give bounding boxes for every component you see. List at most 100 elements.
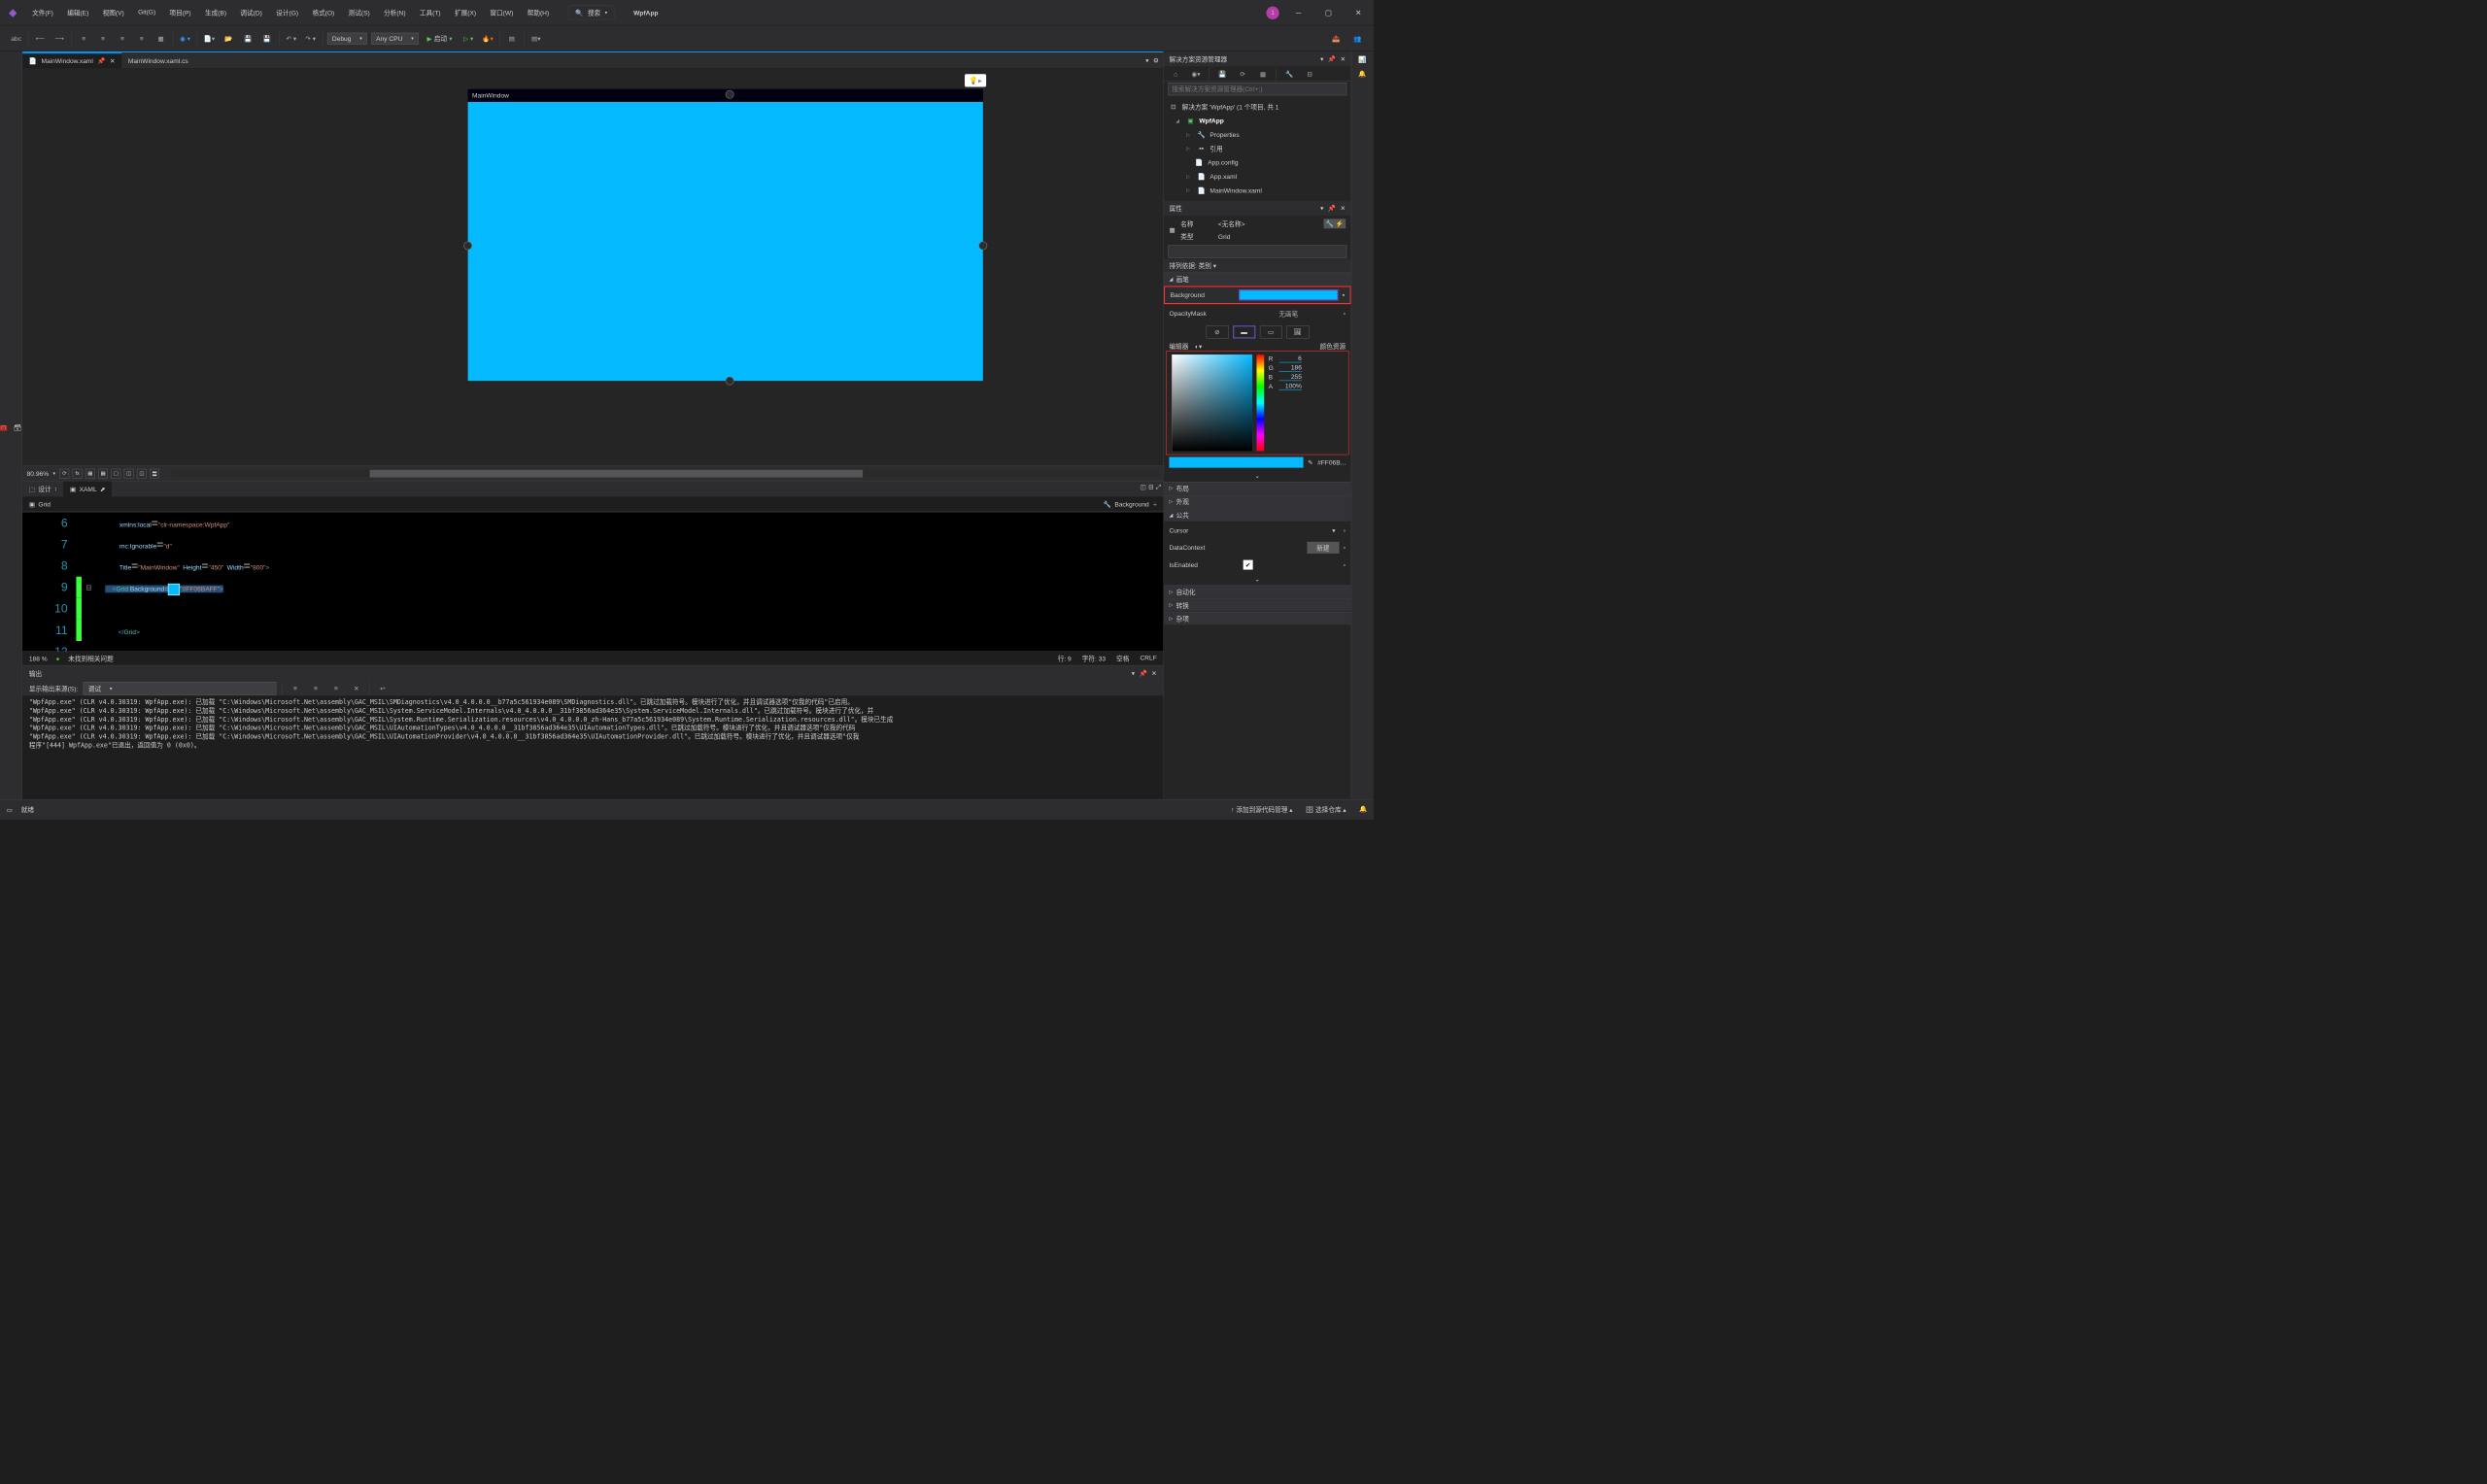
home-icon[interactable]: ⌂	[1168, 66, 1182, 81]
expand-chevron-icon[interactable]: ⌄	[1164, 573, 1351, 585]
nobrush-tab[interactable]: ⊘	[1206, 325, 1228, 338]
prop-drop-icon[interactable]: ▾	[1320, 204, 1323, 212]
layout-1-icon[interactable]: ▤	[504, 31, 519, 46]
cat-brush[interactable]: ◢画笔	[1164, 273, 1351, 287]
left-tool-margin[interactable]: 🧰 🗃	[0, 51, 22, 799]
zoom-value[interactable]: 80.96%	[27, 470, 49, 478]
diag-icon[interactable]: 📊	[1358, 55, 1366, 63]
prop-background[interactable]: Background ▪	[1164, 286, 1351, 304]
expand-chevron-icon[interactable]: ⌄	[1164, 470, 1351, 482]
menu-format[interactable]: 格式(O)	[306, 5, 341, 20]
tree-appconfig[interactable]: 📄App.config	[1166, 155, 1348, 169]
out-next-icon[interactable]: ≡	[328, 681, 343, 695]
output-content[interactable]: "WpfApp.exe" (CLR v4.0.30319: WpfApp.exe…	[22, 695, 1163, 799]
spaces-status[interactable]: 空格	[1116, 654, 1129, 662]
grid-icon[interactable]: ▦	[85, 468, 95, 478]
menu-tools[interactable]: 工具(T)	[413, 5, 447, 20]
nav-fwd-icon[interactable]: ⟶	[52, 31, 67, 46]
repo-select[interactable]: 🗄 选择仓库 ▴	[1306, 805, 1346, 814]
cat-layout[interactable]: ▷布局	[1164, 482, 1351, 495]
resources-label[interactable]: 颜色资源	[1320, 342, 1346, 351]
notif-icon[interactable]: 🔔	[1358, 70, 1366, 78]
sol-switch-icon[interactable]: ◉▾	[1188, 66, 1203, 81]
bc-background[interactable]: 🔧 Background	[1104, 500, 1149, 508]
prop-pin-icon[interactable]: 📌	[1328, 204, 1336, 212]
align-left-icon[interactable]: ≡	[76, 31, 90, 46]
sol-showall-icon[interactable]: ▦	[1255, 66, 1270, 81]
gear-icon[interactable]: ⚙	[1153, 56, 1159, 64]
close-icon[interactable]: ✕	[110, 57, 116, 65]
maximize-button[interactable]: ▢	[1317, 4, 1339, 21]
layout-h-icon[interactable]: ◫	[1141, 484, 1146, 495]
new-item-icon[interactable]: 📄▾	[202, 31, 217, 46]
prop-cursor[interactable]: Cursor▾▫	[1164, 522, 1351, 539]
share-icon[interactable]: 📤	[1328, 31, 1343, 46]
expand-icon[interactable]: ⤢	[1156, 484, 1161, 495]
right-tool-margin[interactable]: 📊 🔔	[1351, 51, 1374, 799]
r-value[interactable]: 6	[1279, 354, 1302, 362]
grid2-icon[interactable]: ▦	[98, 468, 108, 478]
tree-mainwindow[interactable]: ▷📄MainWindow.xaml	[1166, 184, 1348, 197]
platform-combo[interactable]: Any CPU▾	[371, 32, 419, 44]
tab-dropdown-icon[interactable]: ▾	[1145, 56, 1148, 64]
start-nobuild-icon[interactable]: ▷ ▾	[460, 31, 475, 46]
snap4-icon[interactable]: 〓	[150, 468, 159, 478]
sol-saveall-icon[interactable]: 💾	[1214, 66, 1229, 81]
solution-search[interactable]	[1168, 83, 1346, 95]
output-source-combo[interactable]: 调试▾	[84, 682, 277, 695]
user-badge[interactable]: 1	[1266, 6, 1278, 18]
cat-common[interactable]: ◢公共	[1164, 509, 1351, 523]
out-prev-icon[interactable]: ≡	[308, 681, 323, 695]
sol-pin-icon[interactable]: 📌	[1328, 55, 1336, 63]
menu-test[interactable]: 测试(S)	[342, 5, 376, 20]
source-control[interactable]: ↑ 添加到源代码管理 ▴	[1231, 805, 1292, 814]
name-value[interactable]: <无名称>	[1218, 219, 1318, 228]
menu-debug[interactable]: 调试(D)	[234, 5, 269, 20]
align-right-icon[interactable]: ≡	[115, 31, 129, 46]
snap3-icon[interactable]: ◫	[137, 468, 147, 478]
a-value[interactable]: 100%	[1279, 382, 1302, 389]
save-icon[interactable]: 💾	[240, 31, 255, 46]
snap2-icon[interactable]: ◫	[124, 468, 134, 478]
undo-icon[interactable]: ↶ ▾	[284, 31, 298, 46]
hex-value[interactable]: #FF06B...	[1317, 458, 1346, 466]
refresh-icon[interactable]: ⟳	[59, 468, 69, 478]
bell-icon[interactable]: 🔔	[1359, 805, 1367, 814]
hot-reload-icon[interactable]: 🔥▾	[480, 31, 494, 46]
menu-analyze[interactable]: 分析(N)	[377, 5, 412, 20]
close-button[interactable]: ✕	[1347, 4, 1369, 21]
prop-opacitymask[interactable]: OpacityMask 无画笔 ▫	[1164, 304, 1351, 322]
redo-icon[interactable]: ↷ ▾	[303, 31, 318, 46]
marker-icon[interactable]: ▪	[1343, 291, 1345, 299]
menu-view[interactable]: 视图(V)	[96, 5, 130, 20]
code-lines[interactable]: xmlns:local="clr-namespace:WpfApp" mc:Ig…	[96, 512, 1163, 651]
fx-icon[interactable]: fx	[73, 468, 83, 478]
tree-project[interactable]: ◢▣WpfApp	[1166, 114, 1348, 127]
zoom-pct[interactable]: 188 %	[29, 655, 48, 662]
layout-2-icon[interactable]: ▤▾	[528, 31, 543, 46]
g-value[interactable]: 186	[1279, 363, 1302, 371]
live-share-icon[interactable]: 👥	[1350, 31, 1365, 46]
tab-mainwindow-xaml[interactable]: 📄 MainWindow.xaml 📌 ✕	[22, 52, 121, 68]
prop-isenabled[interactable]: IsEnabled✔▫	[1164, 556, 1351, 574]
menu-file[interactable]: 文件(F)	[26, 5, 60, 20]
code-editor[interactable]: 6789101112 ⊟ xmlns:local="clr-namespace:…	[22, 512, 1163, 652]
sol-close-icon[interactable]: ✕	[1341, 55, 1346, 63]
prop-datacontext[interactable]: DataContext新建▫	[1164, 539, 1351, 556]
preview-body[interactable]	[468, 102, 983, 381]
start-button[interactable]: ▶ 启动 ▾	[423, 32, 457, 46]
circle-icon[interactable]: ◉ ▾	[178, 31, 192, 46]
menu-extensions[interactable]: 扩展(X)	[448, 5, 482, 20]
props-search[interactable]	[1168, 245, 1346, 257]
cat-transform[interactable]: ▷转换	[1164, 598, 1351, 612]
tree-properties[interactable]: ▷🔧Properties	[1166, 127, 1348, 141]
hue-bar[interactable]	[1256, 354, 1264, 451]
lightbulb-icon[interactable]: 💡▸	[965, 74, 986, 86]
isenabled-checkbox[interactable]: ✔	[1244, 560, 1253, 570]
wrench-icon[interactable]: 🔧 ⚡	[1323, 219, 1346, 228]
out-close-icon[interactable]: ✕	[1151, 669, 1157, 677]
sol-drop-icon[interactable]: ▾	[1320, 55, 1323, 63]
popout-icon[interactable]: ⬈	[100, 486, 106, 493]
config-combo[interactable]: Debug▾	[327, 32, 367, 44]
window-preview[interactable]: MainWindow	[468, 89, 983, 381]
